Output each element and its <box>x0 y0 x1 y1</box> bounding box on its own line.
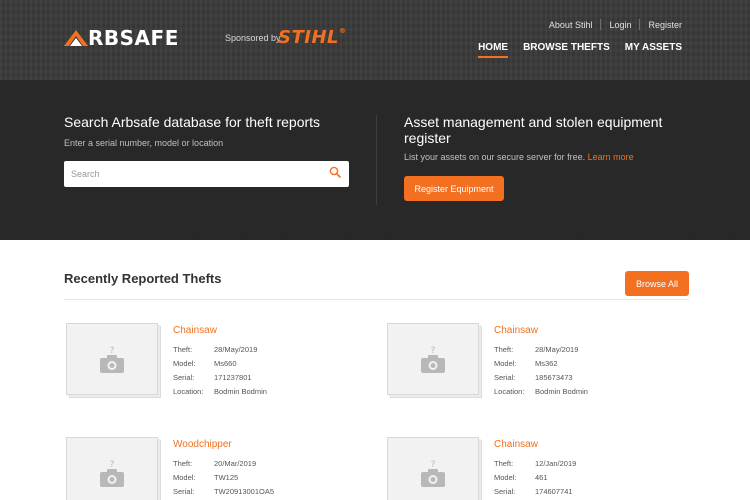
top-link-about-stihl[interactable]: About Stihl <box>541 20 601 30</box>
site-header: RBSAFE Sponsored by STIHL® About Stihl L… <box>0 0 750 80</box>
theft-photo-placeholder[interactable]: ? <box>66 323 158 395</box>
theft-location-value: Bodmin Bodmin <box>535 387 588 396</box>
theft-location-row: Location: Bodmin Bodmin <box>173 387 267 396</box>
theft-photo-placeholder[interactable]: ? <box>387 323 479 395</box>
theft-location-label: Location: <box>494 387 525 396</box>
theft-date-value: 28/May/2019 <box>535 345 579 354</box>
theft-model-value: Ms362 <box>535 359 558 368</box>
theft-serial-label: Serial: <box>494 487 516 496</box>
theft-model-label: Model: <box>173 473 196 482</box>
theft-serial-row: Serial: 174607741 <box>494 487 573 496</box>
top-link-login[interactable]: Login <box>601 20 639 30</box>
stihl-logo[interactable]: STIHL® <box>278 27 346 48</box>
stihl-registered-mark: ® <box>338 27 347 35</box>
svg-text:?: ? <box>431 346 436 356</box>
stihl-name: STIHL <box>278 27 339 48</box>
theft-date-label: Theft: <box>494 459 514 468</box>
theft-model-label: Model: <box>494 473 517 482</box>
camera-icon: ? <box>421 460 445 487</box>
logo-text: RBSAFE <box>88 26 179 50</box>
theft-model-value: TW125 <box>214 473 239 482</box>
theft-model-value: Ms660 <box>214 359 237 368</box>
browse-all-button[interactable]: Browse All <box>625 271 689 296</box>
theft-serial-label: Serial: <box>173 487 195 496</box>
top-link-register[interactable]: Register <box>640 20 682 30</box>
theft-title[interactable]: Chainsaw <box>173 325 217 336</box>
theft-location-label: Location: <box>173 387 204 396</box>
search-subtitle: Enter a serial number, model or location <box>64 138 224 148</box>
theft-date-label: Theft: <box>173 345 193 354</box>
svg-text:?: ? <box>110 346 115 356</box>
asset-subtitle-text: List your assets on our secure server fo… <box>404 152 586 162</box>
theft-serial-value: 171237801 <box>214 373 252 382</box>
theft-serial-value: 185673473 <box>535 373 573 382</box>
theft-serial-value: TW20913001OA5 <box>214 487 275 496</box>
search-title: Search Arbsafe database for theft report… <box>64 114 321 130</box>
hero-divider <box>376 115 377 205</box>
theft-date-value: 12/Jan/2019 <box>535 459 577 468</box>
theft-model-row: Model: Ms362 <box>494 359 558 368</box>
nav-home[interactable]: HOME <box>478 42 509 58</box>
theft-model-label: Model: <box>494 359 517 368</box>
theft-date-value: 20/Mar/2019 <box>214 459 257 468</box>
theft-model-value: 461 <box>535 473 548 482</box>
register-equipment-button[interactable]: Register Equipment <box>404 176 504 201</box>
theft-location-row: Location: Bodmin Bodmin <box>494 387 588 396</box>
theft-serial-row: Serial: 185673473 <box>494 373 573 382</box>
arbsafe-logo-icon <box>64 30 88 46</box>
torn-paper-edge <box>0 226 750 238</box>
asset-title: Asset management and stolen equipment re… <box>404 114 663 146</box>
theft-title[interactable]: Chainsaw <box>494 439 538 450</box>
theft-date-row: Theft: 12/Jan/2019 <box>494 459 576 468</box>
asset-subtitle: List your assets on our secure server fo… <box>404 152 704 162</box>
theft-card[interactable]: ? Chainsaw Theft: 12/Jan/2019 Model: 461 S… <box>385 435 645 500</box>
camera-icon: ? <box>100 460 124 487</box>
theft-model-label: Model: <box>173 359 196 368</box>
top-links: About Stihl Login Register <box>541 19 682 30</box>
theft-card[interactable]: ? Chainsaw Theft: 28/May/2019 Model: Ms660… <box>64 321 324 411</box>
theft-model-row: Model: Ms660 <box>173 359 237 368</box>
theft-photo-placeholder[interactable]: ? <box>66 437 158 500</box>
theft-serial-value: 174607741 <box>535 487 573 496</box>
theft-title[interactable]: Chainsaw <box>494 325 538 336</box>
sponsor-text: Sponsored by <box>225 33 281 43</box>
theft-card[interactable]: ? Woodchipper Theft: 20/Mar/2019 Model: TW… <box>64 435 324 500</box>
search-icon[interactable] <box>329 166 341 178</box>
svg-text:?: ? <box>110 460 115 470</box>
svg-text:?: ? <box>431 460 436 470</box>
theft-model-row: Model: 461 <box>494 473 548 482</box>
theft-date-row: Theft: 28/May/2019 <box>173 345 257 354</box>
theft-model-row: Model: TW125 <box>173 473 238 482</box>
theft-title[interactable]: Woodchipper <box>173 439 232 450</box>
section-divider <box>64 299 689 300</box>
theft-serial-row: Serial: 171237801 <box>173 373 252 382</box>
theft-serial-label: Serial: <box>494 373 516 382</box>
theft-location-value: Bodmin Bodmin <box>214 387 267 396</box>
theft-date-label: Theft: <box>173 459 193 468</box>
camera-icon: ? <box>421 346 445 373</box>
recent-thefts-title: Recently Reported Thefts <box>64 271 222 286</box>
camera-icon: ? <box>100 346 124 373</box>
nav-my-assets[interactable]: MY ASSETS <box>625 42 682 58</box>
theft-serial-row: Serial: TW20913001OA5 <box>173 487 274 496</box>
asset-section: Asset management and stolen equipment re… <box>404 114 704 201</box>
theft-date-value: 28/May/2019 <box>214 345 258 354</box>
search-section: Search Arbsafe database for theft report… <box>64 114 354 187</box>
theft-card[interactable]: ? Chainsaw Theft: 28/May/2019 Model: Ms362… <box>385 321 645 411</box>
search-input[interactable] <box>64 161 349 187</box>
theft-date-row: Theft: 20/Mar/2019 <box>173 459 256 468</box>
theft-date-row: Theft: 28/May/2019 <box>494 345 578 354</box>
theft-serial-label: Serial: <box>173 373 195 382</box>
arbsafe-logo[interactable]: RBSAFE <box>64 26 179 50</box>
theft-date-label: Theft: <box>494 345 514 354</box>
theft-photo-placeholder[interactable]: ? <box>387 437 479 500</box>
learn-more-link[interactable]: Learn more <box>588 152 634 162</box>
nav-browse-thefts[interactable]: BROWSE THEFTS <box>523 42 610 58</box>
main-nav: HOME BROWSE THEFTS MY ASSETS <box>463 42 682 58</box>
